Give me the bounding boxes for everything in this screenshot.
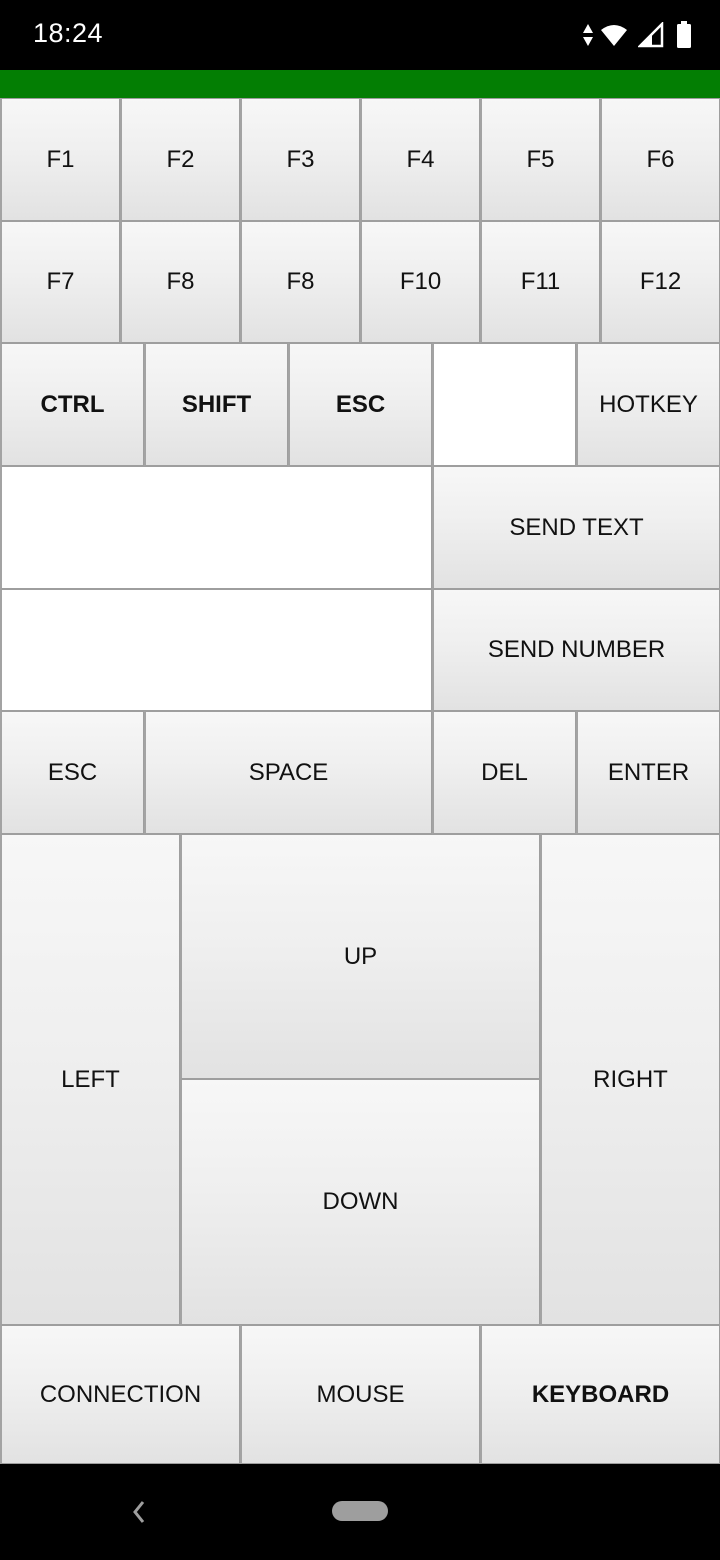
key-f9[interactable]: F8 [240,221,360,343]
key-f6[interactable]: F6 [600,98,720,221]
left-arrow-key[interactable]: LEFT [0,834,180,1325]
battery-icon [676,21,692,49]
up-arrow-key[interactable]: UP [180,834,540,1079]
status-time: 18:24 [33,18,104,48]
number-input-field[interactable] [0,589,432,711]
text-input-field[interactable] [0,466,432,589]
app-bar [0,70,720,98]
home-pill-icon[interactable] [332,1501,388,1521]
enter-key[interactable]: ENTER [576,711,720,834]
key-f1[interactable]: F1 [0,98,120,221]
back-icon[interactable] [126,1498,152,1526]
send-number-button[interactable]: SEND NUMBER [432,589,720,711]
status-bar: 18:24 4 [0,0,720,70]
key-f3[interactable]: F3 [240,98,360,221]
cell-signal-icon [638,22,664,48]
space-key[interactable]: SPACE [144,711,432,834]
key-f10[interactable]: F10 [360,221,480,343]
key-f8[interactable]: F8 [120,221,240,343]
tab-keyboard[interactable]: KEYBOARD [480,1325,720,1464]
esc-key[interactable]: ESC [0,711,144,834]
hotkey-input-field[interactable] [432,343,576,466]
text-input[interactable] [2,467,431,588]
esc-toggle[interactable]: ESC [288,343,432,466]
data-transfer-icon [582,22,594,48]
hotkey-input[interactable] [434,344,575,465]
key-f5[interactable]: F5 [480,98,600,221]
key-f7[interactable]: F7 [0,221,120,343]
ctrl-toggle[interactable]: CTRL [0,343,144,466]
wifi-badge: 4 [618,37,625,48]
key-f4[interactable]: F4 [360,98,480,221]
tab-connection[interactable]: CONNECTION [0,1325,240,1464]
down-arrow-key[interactable]: DOWN [180,1079,540,1325]
key-f2[interactable]: F2 [120,98,240,221]
del-key[interactable]: DEL [432,711,576,834]
tab-mouse[interactable]: MOUSE [240,1325,480,1464]
shift-toggle[interactable]: SHIFT [144,343,288,466]
key-f12[interactable]: F12 [600,221,720,343]
status-icons: 4 [582,20,692,50]
wifi-icon: 4 [600,22,628,48]
key-f11[interactable]: F11 [480,221,600,343]
hotkey-button[interactable]: HOTKEY [576,343,720,466]
send-text-button[interactable]: SEND TEXT [432,466,720,589]
right-arrow-key[interactable]: RIGHT [540,834,720,1325]
keyboard-panel: F1 F2 F3 F4 F5 F6 F7 F8 F8 F10 F11 F12 C… [0,98,720,1464]
number-input[interactable] [2,590,431,710]
